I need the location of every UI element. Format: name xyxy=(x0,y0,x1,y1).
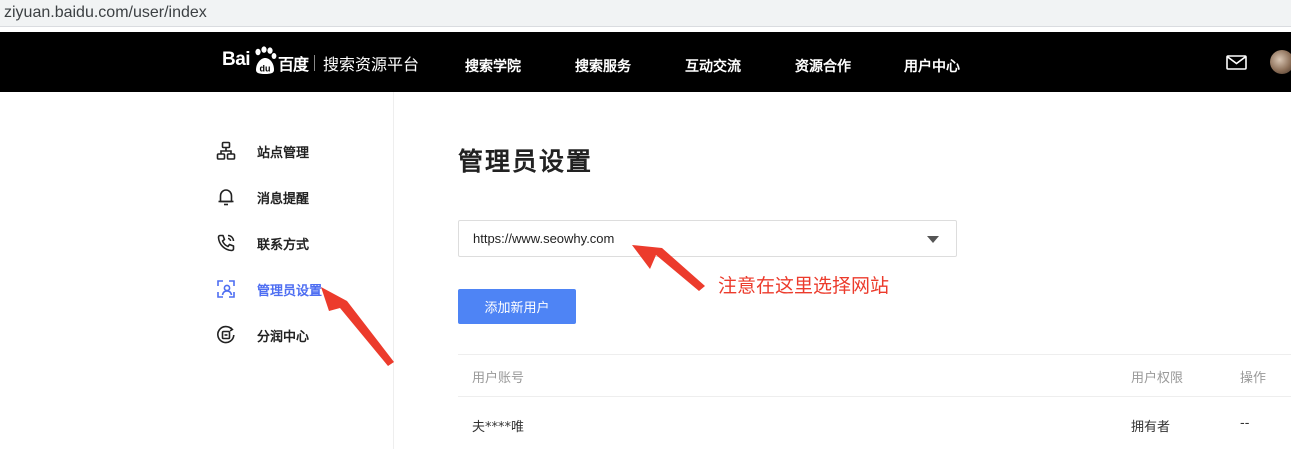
annotation-arrow-sidebar xyxy=(321,287,394,366)
annotation-arrow-select xyxy=(632,245,705,291)
annotation-arrows xyxy=(321,245,705,366)
page: ziyuan.baidu.com/user/index Bai du 百度 搜索… xyxy=(0,0,1291,449)
